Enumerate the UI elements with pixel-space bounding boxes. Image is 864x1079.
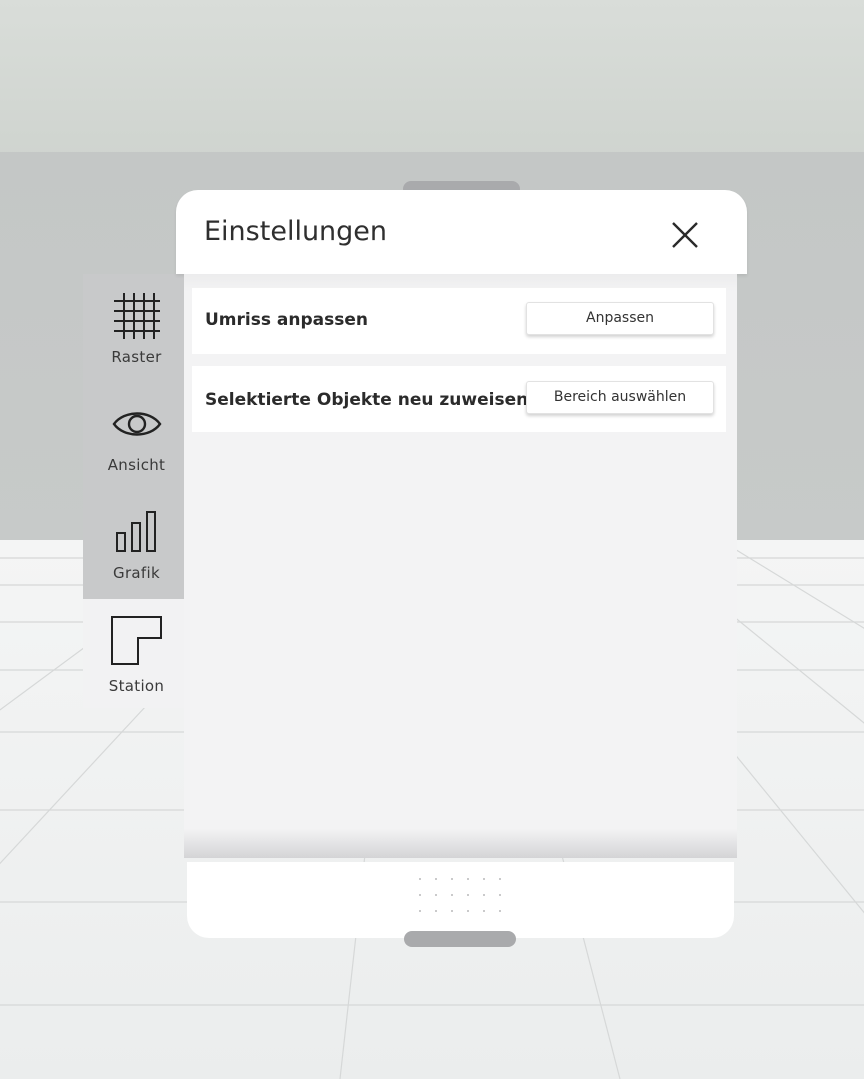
tab-label-ansicht: Ansicht — [107, 456, 166, 474]
grid-icon — [107, 288, 167, 344]
settings-row-reassign: Selektierte Objekte neu zuweisen Bereich… — [192, 366, 726, 432]
settings-list: Umriss anpassen Anpassen Selektierte Obj… — [184, 274, 737, 858]
scene-ceiling — [0, 0, 864, 158]
close-button[interactable] — [666, 216, 704, 254]
tab-label-station: Station — [108, 677, 165, 695]
page-title: Einstellungen — [204, 216, 388, 247]
panel-header: Einstellungen — [176, 190, 747, 274]
panel-footer — [187, 862, 734, 938]
tab-label-raster: Raster — [111, 348, 162, 366]
tab-grafik[interactable]: Grafik — [83, 492, 190, 599]
setting-label: Selektierte Objekte neu zuweisen — [205, 390, 529, 410]
side-tab-bar: Raster Ansicht Grafik Station — [83, 274, 190, 708]
floorplan-icon — [107, 613, 167, 669]
eye-icon — [107, 396, 167, 452]
tab-raster[interactable]: Raster — [83, 274, 190, 382]
grip-dots-icon[interactable] — [417, 876, 507, 916]
select-area-button[interactable]: Bereich auswählen — [526, 381, 714, 414]
adjust-button[interactable]: Anpassen — [526, 302, 714, 335]
bar-chart-icon — [107, 504, 167, 560]
tab-ansicht[interactable]: Ansicht — [83, 382, 190, 492]
tab-station[interactable]: Station — [83, 599, 190, 708]
settings-row-outline: Umriss anpassen Anpassen — [192, 288, 726, 354]
setting-label: Umriss anpassen — [205, 310, 368, 330]
tab-label-grafik: Grafik — [113, 564, 160, 582]
panel-drag-handle-bottom[interactable] — [404, 931, 516, 947]
close-icon — [672, 222, 698, 248]
